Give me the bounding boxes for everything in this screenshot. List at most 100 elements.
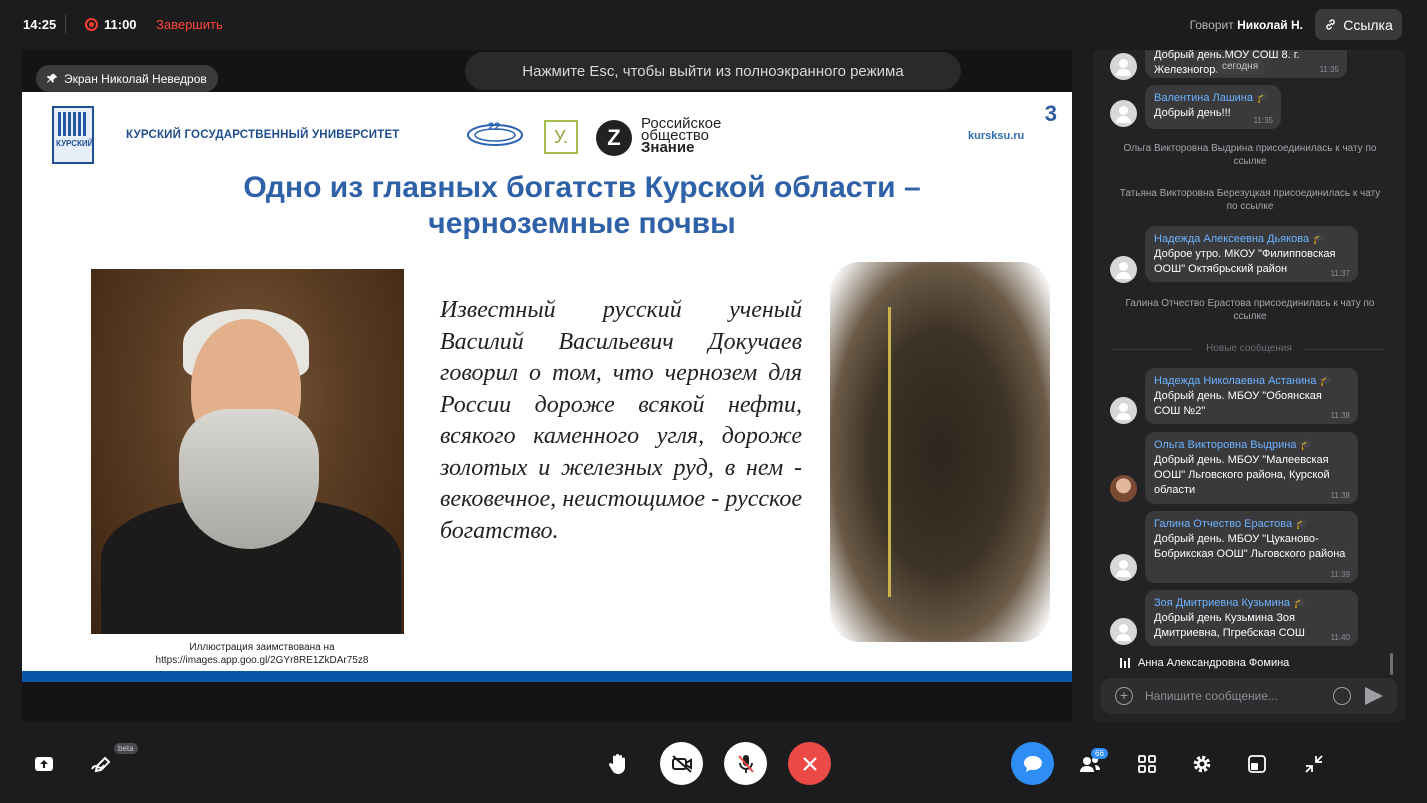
znanie-logo-icon: Z bbox=[596, 120, 632, 156]
school-cap-icon: 🎓 bbox=[1312, 233, 1326, 245]
slide-title-line-1: Одно из главных богатств Курской области… bbox=[243, 171, 921, 204]
author-name: Надежда Алексеевна Дьякова bbox=[1154, 233, 1310, 245]
message-author: Галина Отчество Ерастова 🎓 bbox=[1154, 517, 1349, 530]
avatar bbox=[1110, 100, 1137, 127]
author-name: Ольга Викторовна Выдрина bbox=[1154, 439, 1297, 451]
chat-message: Валентина Лашина 🎓 Добрый день!!! 11:35 bbox=[1145, 85, 1281, 129]
message-input[interactable] bbox=[1145, 686, 1325, 706]
exit-fullscreen-icon bbox=[1305, 755, 1323, 773]
message-text: Добрый день Кузьмина Зоя Дмитриевна, Пгр… bbox=[1154, 612, 1305, 639]
university-logo: КУРСКИЙ bbox=[52, 106, 94, 164]
exit-fullscreen-button[interactable] bbox=[1302, 752, 1326, 776]
active-speaker: Говорит Николай Н. bbox=[1190, 18, 1303, 32]
message-author: Валентина Лашина 🎓 bbox=[1154, 91, 1272, 104]
copy-link-button[interactable]: Ссылка bbox=[1315, 9, 1402, 40]
message-composer: + bbox=[1101, 678, 1397, 714]
end-call-button[interactable] bbox=[788, 742, 831, 785]
send-icon[interactable] bbox=[1365, 687, 1383, 705]
layout-grid-button[interactable] bbox=[1135, 752, 1159, 776]
share-screen-icon bbox=[35, 757, 53, 771]
message-text: Добрый день. МБОУ "Цуканово-Бобрикская О… bbox=[1154, 533, 1346, 560]
slide-quote: Известный русский ученый Василий Василье… bbox=[440, 297, 802, 544]
chat-icon bbox=[1023, 755, 1042, 772]
system-name: Ольга Викторовна Выдрина bbox=[1123, 143, 1254, 154]
fullscreen-esc-hint: Нажмите Esc, чтобы выйти из полноэкранно… bbox=[465, 52, 961, 90]
link-icon bbox=[1326, 19, 1336, 30]
message-author: Надежда Алексеевна Дьякова 🎓 bbox=[1154, 232, 1349, 245]
school-cap-icon: 🎓 bbox=[1293, 597, 1307, 609]
layout-icon bbox=[1248, 755, 1266, 773]
top-bar: 14:25 11:00 Завершить Говорит Николай Н.… bbox=[0, 0, 1427, 50]
video-conference-app: 14:25 11:00 Завершить Говорит Николай Н.… bbox=[0, 0, 1427, 803]
author-name: Валентина Лашина bbox=[1154, 92, 1253, 104]
speaker-name: Николай Н. bbox=[1237, 18, 1303, 32]
slide-title: Одно из главных богатств Курской области… bbox=[172, 170, 992, 242]
avatar bbox=[1110, 618, 1137, 645]
system-name: Татьяна Викторовна Березуцкая bbox=[1119, 188, 1271, 199]
system-message: Ольга Викторовна Выдрина присоединилась … bbox=[1115, 142, 1385, 168]
whiteboard-button[interactable] bbox=[89, 752, 113, 776]
finish-recording-button[interactable]: Завершить bbox=[156, 17, 223, 32]
university-site: kursksu.ru bbox=[968, 130, 1025, 142]
slide-title-line-2: черноземные почвы bbox=[428, 207, 736, 240]
raise-hand-button[interactable] bbox=[606, 751, 630, 777]
message-time: 11:35 bbox=[1253, 116, 1273, 125]
chat-message: Надежда Николаевна Астанина 🎓 Добрый ден… bbox=[1145, 368, 1358, 424]
screen-owner-label[interactable]: Экран Николай Неведров bbox=[36, 65, 218, 92]
system-text: присоединилась к чату по ссылке bbox=[1233, 298, 1375, 322]
typing-name: Анна Александровна Фомина bbox=[1138, 657, 1290, 669]
slide-footer-bar bbox=[22, 671, 1072, 682]
system-name: Галина Отчество Ерастова bbox=[1125, 298, 1252, 309]
chat-panel: Добрый день.МОУ СОШ 8. г. Железногорск 1… bbox=[1093, 50, 1405, 722]
pin-icon bbox=[47, 73, 58, 83]
add-icon[interactable]: + bbox=[1115, 687, 1133, 705]
image-caption: Иллюстрация заимствована на https://imag… bbox=[142, 641, 382, 667]
system-text: присоединилась к чату по ссылке bbox=[1233, 143, 1377, 167]
message-text: Добрый день. МБОУ "Малеевская ООШ" Льгов… bbox=[1154, 454, 1330, 496]
chat-message: Ольга Викторовна Выдрина 🎓 Добрый день. … bbox=[1145, 432, 1358, 504]
message-author: Ольга Викторовна Выдрина 🎓 bbox=[1154, 438, 1349, 451]
slide-number: 3 bbox=[1044, 101, 1057, 126]
system-message: Галина Отчество Ерастова присоединилась … bbox=[1115, 297, 1385, 323]
camera-off-icon bbox=[671, 754, 692, 773]
portrait-beard bbox=[179, 409, 319, 549]
avatar bbox=[1110, 53, 1137, 80]
message-text: Добрый день. МБОУ "Обоянская СОШ №2" bbox=[1154, 390, 1322, 417]
chat-scrollbar[interactable] bbox=[1390, 653, 1393, 675]
message-author: Зоя Дмитриевна Кузьмина 🎓 bbox=[1154, 596, 1349, 609]
message-time: 11:38 bbox=[1330, 411, 1350, 420]
view-mode-button[interactable] bbox=[1245, 752, 1269, 776]
message-time: 11:38 bbox=[1330, 491, 1350, 500]
divider bbox=[65, 15, 66, 33]
close-icon bbox=[802, 756, 817, 771]
school-cap-icon: 🎓 bbox=[1319, 375, 1334, 387]
author-name: Галина Отчество Ерастова bbox=[1154, 518, 1293, 530]
soil-profile-image bbox=[830, 262, 1050, 642]
share-screen-button[interactable] bbox=[32, 752, 56, 776]
znanie-society-logo: Российское общество Знание bbox=[641, 116, 721, 155]
message-time: 11:39 bbox=[1330, 570, 1350, 579]
chat-toggle-button[interactable] bbox=[1011, 742, 1054, 785]
mic-toggle-button[interactable] bbox=[724, 742, 767, 785]
draw-icon bbox=[91, 756, 111, 773]
message-text: Доброе утро. МКОУ "Филипповская ООШ" Окт… bbox=[1154, 248, 1336, 275]
system-message: Татьяна Викторовна Березуцкая присоедини… bbox=[1115, 187, 1385, 213]
new-messages-divider: Новые сообщения bbox=[1113, 343, 1385, 354]
hand-icon bbox=[609, 754, 625, 774]
event-22-logo: 22 bbox=[467, 121, 523, 146]
bottom-toolbar: beta 66 bbox=[0, 730, 1427, 803]
recording-icon bbox=[85, 18, 98, 31]
caption-line-2: https://images.app.goo.gl/2GYr8RE1ZkDAr7… bbox=[155, 655, 369, 666]
emoji-icon[interactable] bbox=[1333, 687, 1351, 705]
chat-message: Надежда Алексеевна Дьякова 🎓 Доброе утро… bbox=[1145, 226, 1358, 282]
presentation-slide: КУРСКИЙ КУРСКИЙ ГОСУДАРСТВЕННЫЙ УНИВЕРСИ… bbox=[22, 92, 1072, 682]
screen-owner-text: Экран Николай Неведров bbox=[64, 71, 207, 86]
author-name: Зоя Дмитриевна Кузьмина bbox=[1154, 597, 1291, 609]
message-time: 11:37 bbox=[1330, 269, 1350, 278]
message-time: 11:35 bbox=[1319, 65, 1339, 74]
university-name: КУРСКИЙ ГОСУДАРСТВЕННЫЙ УНИВЕРСИТЕТ bbox=[126, 129, 400, 141]
school-cap-icon: 🎓 bbox=[1299, 439, 1314, 451]
camera-toggle-button[interactable] bbox=[660, 742, 703, 785]
school-cap-icon: 🎓 bbox=[1295, 518, 1309, 530]
settings-button[interactable] bbox=[1190, 752, 1214, 776]
